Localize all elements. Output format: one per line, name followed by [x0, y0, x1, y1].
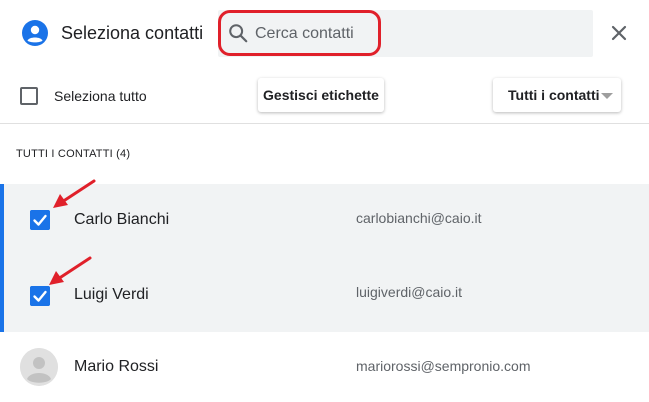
select-all-checkbox[interactable] [20, 87, 38, 105]
contact-name: Luigi Verdi [74, 286, 149, 303]
dialog-title: Seleziona contatti [61, 23, 204, 43]
contact-checkbox-checked[interactable] [30, 210, 50, 230]
contact-email: luigiverdi@caio.it [356, 284, 463, 300]
contact-name: Carlo Bianchi [74, 211, 170, 228]
filter-dropdown-label: Tutti i contatti [508, 87, 600, 103]
dialog-header: Seleziona contatti [0, 0, 649, 66]
account-circle-icon [22, 20, 48, 46]
contact-email: mariorossi@sempronio.com [356, 358, 531, 374]
contact-email: carlobianchi@caio.it [356, 210, 482, 226]
avatar-placeholder-icon [20, 348, 58, 386]
contact-row[interactable]: Luigi Verdi luigiverdi@caio.it [0, 258, 649, 332]
selected-accent-bar [0, 184, 4, 258]
close-icon[interactable] [603, 17, 635, 49]
manage-labels-button[interactable]: Gestisci etichette [258, 78, 384, 112]
search-input[interactable] [255, 21, 585, 47]
selected-accent-bar [0, 258, 4, 332]
contact-name: Mario Rossi [74, 358, 159, 375]
selection-toolbar: Seleziona tutto Gestisci etichette Tutti… [0, 66, 649, 124]
contact-row[interactable]: Carlo Bianchi carlobianchi@caio.it [0, 184, 649, 258]
contact-checkbox-checked[interactable] [30, 286, 50, 306]
select-all-label: Seleziona tutto [54, 88, 147, 104]
contact-row[interactable]: Mario Rossi mariorossi@sempronio.com [0, 332, 649, 402]
contacts-filter-dropdown[interactable]: Tutti i contatti [493, 78, 621, 112]
section-title: TUTTI I CONTATTI (4) [16, 148, 131, 160]
dropdown-caret-icon [601, 93, 613, 99]
search-icon [229, 24, 248, 43]
